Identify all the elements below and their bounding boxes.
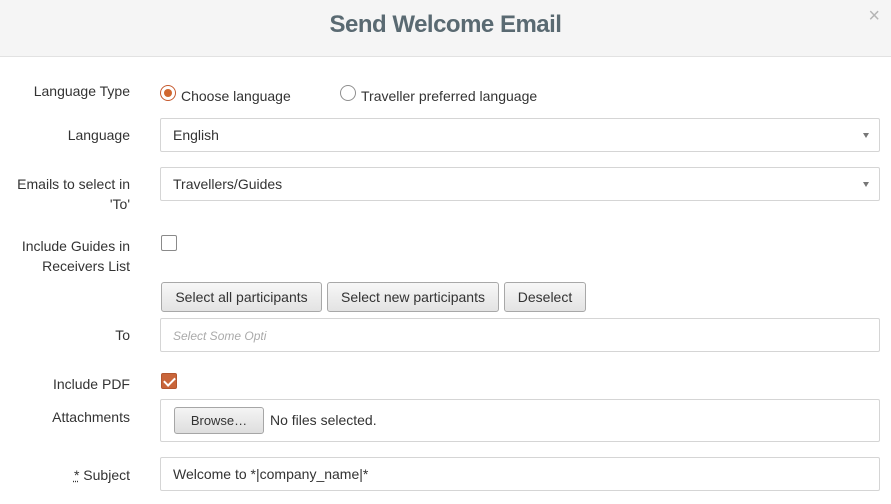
subject-input-value: Welcome to *|company_name|* bbox=[173, 466, 369, 482]
radio-label: Traveller preferred language bbox=[361, 88, 538, 104]
select-new-participants-button[interactable]: Select new participants bbox=[327, 282, 499, 312]
include-pdf-label: Include PDF bbox=[52, 376, 130, 392]
deselect-button[interactable]: Deselect bbox=[504, 282, 586, 312]
subject-label: * Subject bbox=[74, 465, 130, 485]
include-guides-label-line1: Include Guides in bbox=[21, 238, 130, 254]
include-guides-label: Include Guides in Receivers List bbox=[22, 236, 130, 276]
language-select[interactable]: English bbox=[160, 118, 880, 152]
emails-to-label-line1: Emails to select in bbox=[17, 176, 130, 192]
include-guides-label-line2: Receivers List bbox=[42, 258, 130, 274]
modal-title: Send Welcome Email bbox=[329, 11, 562, 38]
radio-button[interactable] bbox=[340, 85, 356, 101]
attachments-label: Attachments bbox=[52, 409, 130, 425]
to-label: To bbox=[115, 327, 130, 343]
language-type-label: Language Type bbox=[33, 83, 130, 99]
chevron-down-icon bbox=[863, 133, 869, 138]
modal-header: Send Welcome Email × bbox=[0, 0, 891, 57]
file-status: No files selected. bbox=[270, 412, 377, 428]
language-label: Language bbox=[67, 127, 130, 143]
include-guides-checkbox[interactable] bbox=[161, 235, 177, 251]
subject-label-text: Subject bbox=[83, 467, 130, 483]
emails-to-label-line2: 'To' bbox=[109, 196, 130, 212]
browse-button[interactable]: Browse… bbox=[174, 407, 264, 434]
chevron-down-icon bbox=[863, 182, 869, 187]
emails-to-select[interactable]: Travellers/Guides bbox=[160, 167, 880, 201]
radio-label: Choose language bbox=[181, 88, 291, 104]
radio-button-checked[interactable] bbox=[160, 85, 176, 101]
subject-input[interactable]: Welcome to *|company_name|* bbox=[160, 457, 880, 491]
select-all-participants-button[interactable]: Select all participants bbox=[161, 282, 322, 312]
close-icon[interactable]: × bbox=[868, 6, 880, 26]
required-mark: * bbox=[73, 467, 80, 483]
emails-to-label: Emails to select in 'To' bbox=[17, 174, 130, 214]
emails-to-select-value: Travellers/Guides bbox=[173, 176, 283, 192]
include-pdf-checkbox[interactable] bbox=[161, 373, 177, 389]
language-select-value: English bbox=[173, 127, 219, 143]
attachments-file-input: Browse… No files selected. bbox=[160, 399, 880, 442]
to-input[interactable]: Select Some Opti bbox=[160, 318, 880, 352]
to-input-placeholder: Select Some Opti bbox=[173, 329, 267, 343]
